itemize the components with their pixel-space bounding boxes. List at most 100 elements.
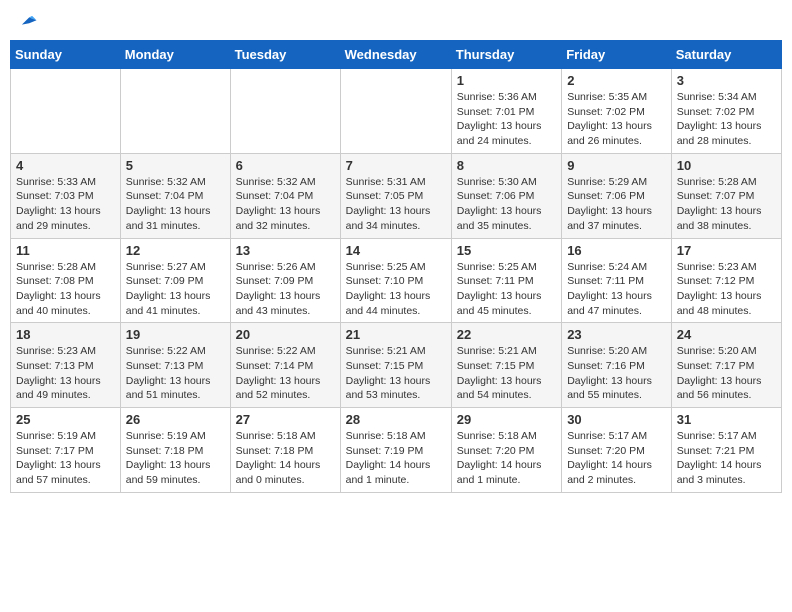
day-info: Sunrise: 5:18 AM Sunset: 7:18 PM Dayligh… bbox=[236, 429, 335, 488]
calendar-cell: 13 Sunrise: 5:26 AM Sunset: 7:09 PM Dayli… bbox=[230, 238, 340, 323]
calendar-cell: 1 Sunrise: 5:36 AM Sunset: 7:01 PM Daylig… bbox=[451, 69, 561, 154]
calendar-table: SundayMondayTuesdayWednesdayThursdayFrid… bbox=[10, 40, 782, 493]
calendar-cell: 24 Sunrise: 5:20 AM Sunset: 7:17 PM Dayli… bbox=[671, 323, 781, 408]
day-number: 16 bbox=[567, 243, 666, 258]
calendar-cell: 21 Sunrise: 5:21 AM Sunset: 7:15 PM Dayli… bbox=[340, 323, 451, 408]
calendar-cell: 19 Sunrise: 5:22 AM Sunset: 7:13 PM Dayli… bbox=[120, 323, 230, 408]
calendar-cell: 5Sunrise: 5:32 AM Sunset: 7:04 PM Daylig… bbox=[120, 153, 230, 238]
day-info: Sunrise: 5:28 AM Sunset: 7:08 PM Dayligh… bbox=[16, 260, 115, 319]
day-info: Sunrise: 5:22 AM Sunset: 7:13 PM Dayligh… bbox=[126, 344, 225, 403]
day-number: 2 bbox=[567, 73, 666, 88]
calendar-cell: 18Sunrise: 5:23 AM Sunset: 7:13 PM Dayli… bbox=[11, 323, 121, 408]
calendar-cell bbox=[340, 69, 451, 154]
weekday-header: Wednesday bbox=[340, 41, 451, 69]
day-number: 25 bbox=[16, 412, 115, 427]
logo-bird-icon bbox=[16, 10, 38, 32]
calendar-cell: 15 Sunrise: 5:25 AM Sunset: 7:11 PM Dayli… bbox=[451, 238, 561, 323]
calendar-cell: 22 Sunrise: 5:21 AM Sunset: 7:15 PM Dayli… bbox=[451, 323, 561, 408]
weekday-header: Friday bbox=[562, 41, 672, 69]
calendar-cell: 14 Sunrise: 5:25 AM Sunset: 7:10 PM Dayli… bbox=[340, 238, 451, 323]
day-number: 24 bbox=[677, 327, 776, 342]
calendar-cell: 20 Sunrise: 5:22 AM Sunset: 7:14 PM Dayli… bbox=[230, 323, 340, 408]
day-number: 22 bbox=[457, 327, 556, 342]
day-info: Sunrise: 5:18 AM Sunset: 7:20 PM Dayligh… bbox=[457, 429, 556, 488]
calendar-cell: 3 Sunrise: 5:34 AM Sunset: 7:02 PM Daylig… bbox=[671, 69, 781, 154]
day-number: 21 bbox=[346, 327, 446, 342]
day-info: Sunrise: 5:19 AM Sunset: 7:18 PM Dayligh… bbox=[126, 429, 225, 488]
day-info: Sunrise: 5:20 AM Sunset: 7:17 PM Dayligh… bbox=[677, 344, 776, 403]
day-number: 8 bbox=[457, 158, 556, 173]
calendar-cell: 25 Sunrise: 5:19 AM Sunset: 7:17 PM Dayli… bbox=[11, 408, 121, 493]
day-number: 1 bbox=[457, 73, 556, 88]
calendar-cell: 28 Sunrise: 5:18 AM Sunset: 7:19 PM Dayli… bbox=[340, 408, 451, 493]
weekday-header: Monday bbox=[120, 41, 230, 69]
day-number: 13 bbox=[236, 243, 335, 258]
day-number: 31 bbox=[677, 412, 776, 427]
day-info: Sunrise: 5:32 AM Sunset: 7:04 PM Dayligh… bbox=[126, 175, 225, 234]
day-info: Sunrise: 5:23 AM Sunset: 7:13 PM Dayligh… bbox=[16, 344, 115, 403]
day-info: Sunrise: 5:19 AM Sunset: 7:17 PM Dayligh… bbox=[16, 429, 115, 488]
day-number: 19 bbox=[126, 327, 225, 342]
day-info: Sunrise: 5:18 AM Sunset: 7:19 PM Dayligh… bbox=[346, 429, 446, 488]
day-info: Sunrise: 5:23 AM Sunset: 7:12 PM Dayligh… bbox=[677, 260, 776, 319]
calendar-cell: 9 Sunrise: 5:29 AM Sunset: 7:06 PM Daylig… bbox=[562, 153, 672, 238]
calendar-week-row: 4 Sunrise: 5:33 AM Sunset: 7:03 PM Daylig… bbox=[11, 153, 782, 238]
day-number: 3 bbox=[677, 73, 776, 88]
day-number: 15 bbox=[457, 243, 556, 258]
calendar-header-row: SundayMondayTuesdayWednesdayThursdayFrid… bbox=[11, 41, 782, 69]
calendar-cell: 10Sunrise: 5:28 AM Sunset: 7:07 PM Dayli… bbox=[671, 153, 781, 238]
day-info: Sunrise: 5:36 AM Sunset: 7:01 PM Dayligh… bbox=[457, 90, 556, 149]
day-info: Sunrise: 5:22 AM Sunset: 7:14 PM Dayligh… bbox=[236, 344, 335, 403]
weekday-header: Tuesday bbox=[230, 41, 340, 69]
page-header bbox=[10, 10, 782, 32]
day-info: Sunrise: 5:21 AM Sunset: 7:15 PM Dayligh… bbox=[346, 344, 446, 403]
day-number: 4 bbox=[16, 158, 115, 173]
day-number: 14 bbox=[346, 243, 446, 258]
logo bbox=[14, 10, 38, 32]
day-info: Sunrise: 5:26 AM Sunset: 7:09 PM Dayligh… bbox=[236, 260, 335, 319]
day-number: 11 bbox=[16, 243, 115, 258]
calendar-cell: 7Sunrise: 5:31 AM Sunset: 7:05 PM Daylig… bbox=[340, 153, 451, 238]
day-info: Sunrise: 5:25 AM Sunset: 7:10 PM Dayligh… bbox=[346, 260, 446, 319]
day-number: 27 bbox=[236, 412, 335, 427]
calendar-cell: 23 Sunrise: 5:20 AM Sunset: 7:16 PM Dayli… bbox=[562, 323, 672, 408]
day-info: Sunrise: 5:29 AM Sunset: 7:06 PM Dayligh… bbox=[567, 175, 666, 234]
calendar-cell: 16 Sunrise: 5:24 AM Sunset: 7:11 PM Dayli… bbox=[562, 238, 672, 323]
day-info: Sunrise: 5:30 AM Sunset: 7:06 PM Dayligh… bbox=[457, 175, 556, 234]
calendar-cell: 12Sunrise: 5:27 AM Sunset: 7:09 PM Dayli… bbox=[120, 238, 230, 323]
calendar-cell bbox=[120, 69, 230, 154]
day-number: 26 bbox=[126, 412, 225, 427]
calendar-cell: 31Sunrise: 5:17 AM Sunset: 7:21 PM Dayli… bbox=[671, 408, 781, 493]
day-number: 7 bbox=[346, 158, 446, 173]
day-number: 20 bbox=[236, 327, 335, 342]
day-info: Sunrise: 5:34 AM Sunset: 7:02 PM Dayligh… bbox=[677, 90, 776, 149]
day-info: Sunrise: 5:25 AM Sunset: 7:11 PM Dayligh… bbox=[457, 260, 556, 319]
calendar-cell: 11 Sunrise: 5:28 AM Sunset: 7:08 PM Dayli… bbox=[11, 238, 121, 323]
day-number: 30 bbox=[567, 412, 666, 427]
day-number: 29 bbox=[457, 412, 556, 427]
calendar-week-row: 18Sunrise: 5:23 AM Sunset: 7:13 PM Dayli… bbox=[11, 323, 782, 408]
calendar-week-row: 1 Sunrise: 5:36 AM Sunset: 7:01 PM Daylig… bbox=[11, 69, 782, 154]
calendar-cell: 2 Sunrise: 5:35 AM Sunset: 7:02 PM Daylig… bbox=[562, 69, 672, 154]
calendar-cell: 27 Sunrise: 5:18 AM Sunset: 7:18 PM Dayli… bbox=[230, 408, 340, 493]
calendar-cell: 30 Sunrise: 5:17 AM Sunset: 7:20 PM Dayli… bbox=[562, 408, 672, 493]
calendar-week-row: 11 Sunrise: 5:28 AM Sunset: 7:08 PM Dayli… bbox=[11, 238, 782, 323]
day-info: Sunrise: 5:35 AM Sunset: 7:02 PM Dayligh… bbox=[567, 90, 666, 149]
day-info: Sunrise: 5:20 AM Sunset: 7:16 PM Dayligh… bbox=[567, 344, 666, 403]
day-number: 12 bbox=[126, 243, 225, 258]
calendar-cell bbox=[230, 69, 340, 154]
weekday-header: Thursday bbox=[451, 41, 561, 69]
calendar-cell: 6Sunrise: 5:32 AM Sunset: 7:04 PM Daylig… bbox=[230, 153, 340, 238]
day-number: 17 bbox=[677, 243, 776, 258]
calendar-cell: 17 Sunrise: 5:23 AM Sunset: 7:12 PM Dayli… bbox=[671, 238, 781, 323]
calendar-cell: 29 Sunrise: 5:18 AM Sunset: 7:20 PM Dayli… bbox=[451, 408, 561, 493]
day-info: Sunrise: 5:24 AM Sunset: 7:11 PM Dayligh… bbox=[567, 260, 666, 319]
day-info: Sunrise: 5:32 AM Sunset: 7:04 PM Dayligh… bbox=[236, 175, 335, 234]
day-info: Sunrise: 5:17 AM Sunset: 7:20 PM Dayligh… bbox=[567, 429, 666, 488]
day-number: 28 bbox=[346, 412, 446, 427]
day-info: Sunrise: 5:28 AM Sunset: 7:07 PM Dayligh… bbox=[677, 175, 776, 234]
day-info: Sunrise: 5:21 AM Sunset: 7:15 PM Dayligh… bbox=[457, 344, 556, 403]
day-number: 23 bbox=[567, 327, 666, 342]
day-info: Sunrise: 5:33 AM Sunset: 7:03 PM Dayligh… bbox=[16, 175, 115, 234]
day-number: 9 bbox=[567, 158, 666, 173]
